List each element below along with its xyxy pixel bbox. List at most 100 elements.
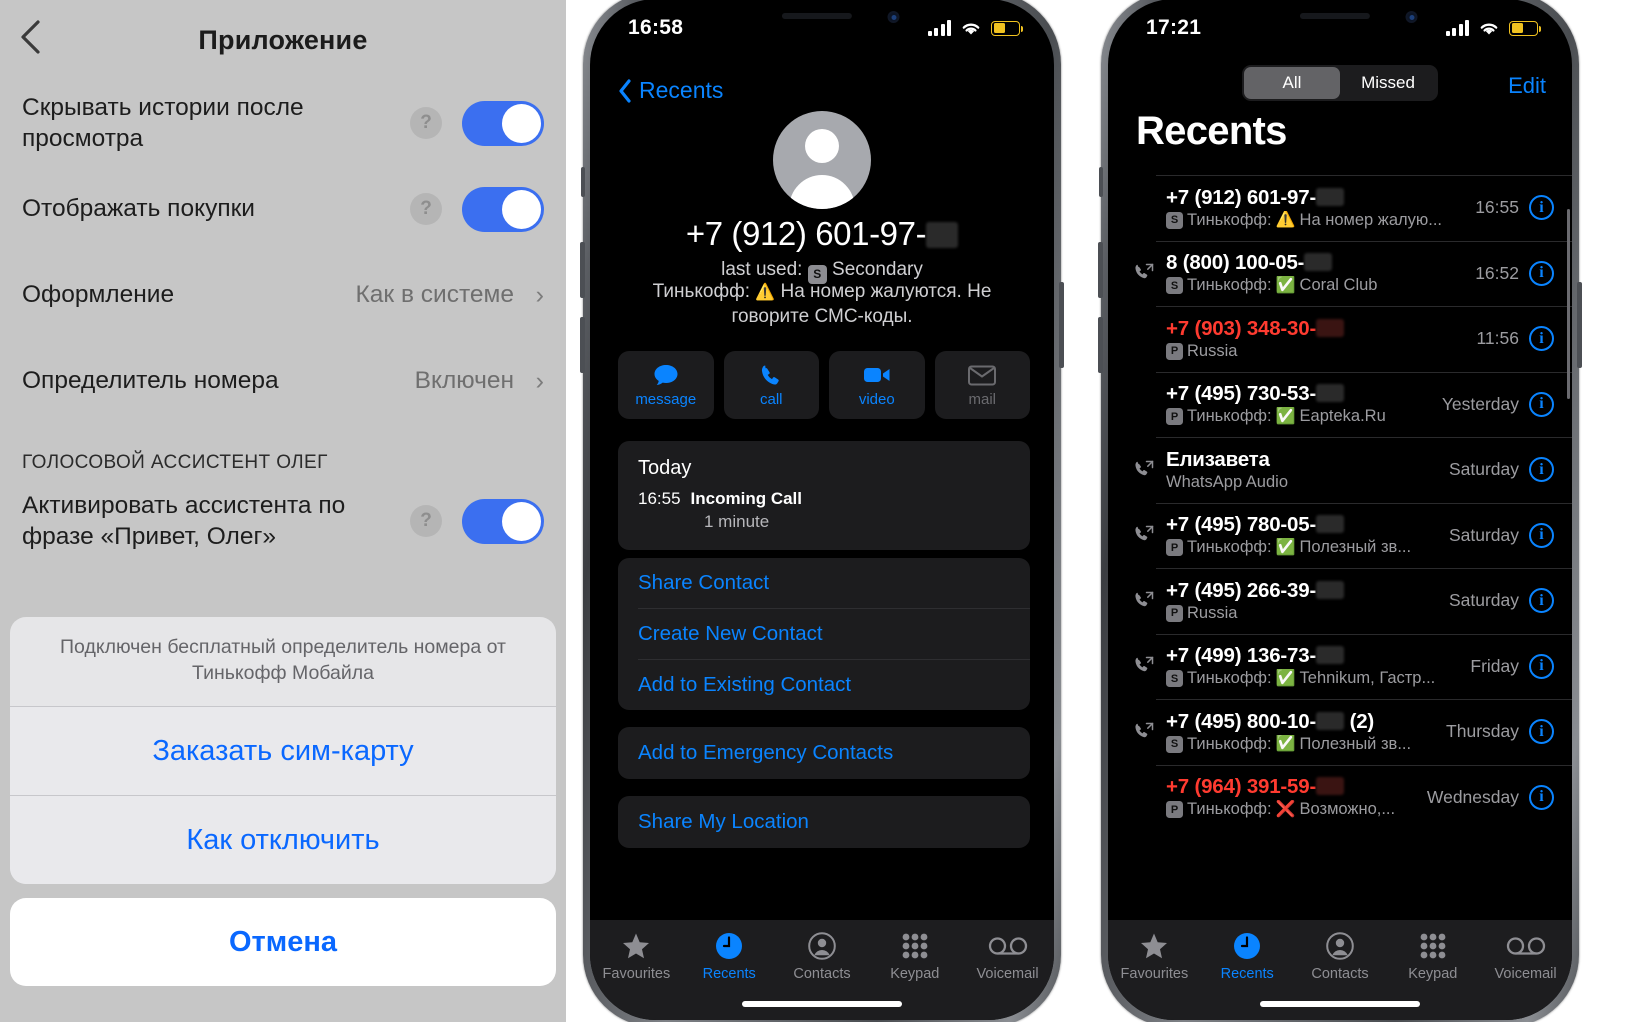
caller-name: Елизавета: [1166, 447, 1270, 471]
setting-row-activate-assistant[interactable]: Активировать ассистента по фразе «Привет…: [0, 478, 566, 564]
segment-missed[interactable]: Missed: [1340, 67, 1436, 99]
table-row[interactable]: +7 (495) 730-53- P Тинькофф: ✅ Eapteka.R…: [1108, 371, 1572, 438]
caller-subtitle: P Тинькофф: ✅ Eapteka.Ru: [1166, 407, 1442, 426]
table-row[interactable]: +7 (499) 136-73- S Тинькофф: ✅ Tehnikum,…: [1108, 633, 1572, 700]
contact-number-text: +7 (912) 601-97-: [685, 215, 927, 252]
power-button[interactable]: [1577, 282, 1582, 368]
back-chevron-icon[interactable]: [10, 14, 54, 60]
avatar-head: [805, 129, 839, 163]
table-row[interactable]: +7 (964) 391-59- P Тинькофф: ❌ Возможно,…: [1108, 764, 1572, 831]
tab-recents[interactable]: Recents: [683, 931, 776, 982]
help-icon[interactable]: ?: [410, 107, 442, 139]
volume-down-button[interactable]: [580, 317, 585, 373]
setting-label: Отображать покупки: [22, 195, 255, 223]
toggle-show-purchases[interactable]: [462, 186, 544, 232]
tab-favourites[interactable]: Favourites: [590, 931, 683, 982]
table-row[interactable]: +7 (495) 780-05- P Тинькофф: ✅ Полезный …: [1108, 502, 1572, 569]
call-button[interactable]: call: [723, 351, 819, 419]
status-time: 17:21: [1146, 16, 1202, 39]
status-icons: [927, 20, 1023, 37]
info-button[interactable]: i: [1529, 522, 1554, 548]
table-row[interactable]: +7 (495) 266-39- P Russia Saturday i: [1108, 568, 1572, 634]
scrollbar[interactable]: [1567, 209, 1570, 399]
table-row[interactable]: 8 (800) 100-05- S Тинькофф: ✅ Coral Club…: [1108, 240, 1572, 307]
tab-voicemail[interactable]: Voicemail: [961, 931, 1054, 982]
message-button[interactable]: message: [618, 351, 714, 419]
tab-label: Favourites: [1120, 966, 1189, 982]
info-button[interactable]: i: [1529, 391, 1554, 417]
status-emoji-icon: ✅: [1275, 407, 1296, 425]
tab-recents[interactable]: Recents: [1201, 931, 1294, 982]
help-icon[interactable]: ?: [410, 193, 442, 225]
volume-up-button[interactable]: [1098, 242, 1103, 298]
how-to-disable-button[interactable]: Как отключить: [10, 796, 556, 885]
action-sheet: Подключен бесплатный определитель номера…: [10, 617, 556, 885]
tab-contacts[interactable]: Contacts: [1294, 931, 1387, 982]
volume-up-button[interactable]: [580, 242, 585, 298]
segment-all[interactable]: All: [1244, 67, 1340, 99]
info-button[interactable]: i: [1529, 588, 1554, 614]
tab-favourites[interactable]: Favourites: [1108, 931, 1201, 982]
setting-value: Включен: [414, 367, 514, 394]
mute-switch[interactable]: [1099, 167, 1103, 197]
table-row[interactable]: +7 (912) 601-97- S Тинькофф: ⚠️ На номер…: [1108, 175, 1572, 241]
phone-screen-middle: 16:58 Recents +7 (912) 601-97- last used…: [590, 0, 1054, 1020]
share-my-location-item[interactable]: Share My Location: [618, 796, 1030, 848]
battery-low-power-icon: [1509, 20, 1541, 36]
caller-subtitle: S Тинькофф: ✅ Tehnikum, Гастр...: [1166, 669, 1470, 688]
toggle-activate-assistant[interactable]: [462, 498, 544, 544]
home-indicator[interactable]: [1260, 1001, 1420, 1007]
info-button[interactable]: i: [1529, 195, 1554, 221]
status-emoji-icon: ✅: [1275, 538, 1296, 556]
setting-row-hide-stories[interactable]: Скрывать истории после просмотра ?: [0, 80, 566, 166]
table-row[interactable]: +7 (495) 800-10- (2) S Тинькофф: ✅ Полез…: [1108, 699, 1572, 765]
tab-keypad[interactable]: Keypad: [868, 931, 961, 982]
add-emergency-contacts-item[interactable]: Add to Emergency Contacts: [618, 727, 1030, 779]
info-button[interactable]: i: [1529, 260, 1554, 286]
power-button[interactable]: [1059, 282, 1064, 368]
row-body: +7 (903) 348-30- P Russia: [1164, 317, 1477, 361]
redacted-digits: [926, 222, 959, 248]
nav-back-recents[interactable]: Recents: [618, 77, 723, 104]
warning-triangle-icon: ⚠️: [755, 284, 776, 301]
info-button[interactable]: i: [1529, 719, 1554, 745]
segmented-control: All Missed: [1242, 65, 1438, 101]
info-button[interactable]: i: [1529, 784, 1554, 810]
caller-id-warning: Тинькофф: ⚠️ На номер жалуются. Не говор…: [614, 279, 1030, 330]
create-new-contact-item[interactable]: Create New Contact: [618, 609, 1030, 659]
info-button[interactable]: i: [1529, 653, 1554, 679]
edit-button[interactable]: Edit: [1508, 73, 1546, 99]
carrier-label: Тинькофф:: [1187, 734, 1272, 753]
cancel-button[interactable]: Отмена: [10, 898, 556, 986]
row-body: +7 (499) 136-73- S Тинькофф: ✅ Tehnikum,…: [1164, 644, 1470, 688]
mute-switch[interactable]: [581, 167, 585, 197]
info-button[interactable]: i: [1529, 457, 1554, 483]
info-button[interactable]: i: [1529, 326, 1554, 352]
table-row[interactable]: Елизавета WhatsApp Audio Saturday i: [1108, 437, 1572, 503]
caller-detail: Coral Club: [1299, 276, 1378, 295]
share-contact-item[interactable]: Share Contact: [618, 558, 1030, 608]
caller-subtitle: S Тинькофф: ⚠️ На номер жалую...: [1166, 211, 1475, 230]
tab-label: Contacts: [793, 966, 851, 982]
android-settings-screenshot: Приложение Скрывать истории после просмо…: [0, 0, 566, 1022]
setting-row-caller-id[interactable]: Определитель номера Включен ›: [0, 338, 566, 424]
order-sim-button[interactable]: Заказать сим-карту: [10, 707, 556, 796]
setting-row-show-purchases[interactable]: Отображать покупки ?: [0, 166, 566, 252]
volume-down-button[interactable]: [1098, 317, 1103, 373]
setting-row-appearance[interactable]: Оформление Как в системе ›: [0, 252, 566, 338]
row-body: Елизавета WhatsApp Audio: [1164, 448, 1449, 492]
tab-voicemail[interactable]: Voicemail: [1479, 931, 1572, 982]
home-indicator[interactable]: [742, 1001, 902, 1007]
call-time: 16:55: [638, 489, 681, 508]
toggle-hide-stories[interactable]: [462, 100, 544, 146]
tab-contacts[interactable]: Contacts: [776, 931, 869, 982]
video-button[interactable]: video: [829, 351, 925, 419]
call-time: 16:55: [1475, 197, 1519, 218]
help-icon[interactable]: ?: [410, 505, 442, 537]
redacted-digits: [1316, 646, 1345, 665]
caller-detail: Russia: [1187, 341, 1238, 360]
recents-screen: 17:21 All Missed Edit Recents +7 (912) 6…: [1108, 0, 1572, 1020]
tab-keypad[interactable]: Keypad: [1386, 931, 1479, 982]
table-row[interactable]: +7 (903) 348-30- P Russia 11:56 i: [1108, 306, 1572, 372]
add-to-existing-contact-item[interactable]: Add to Existing Contact: [618, 660, 1030, 710]
